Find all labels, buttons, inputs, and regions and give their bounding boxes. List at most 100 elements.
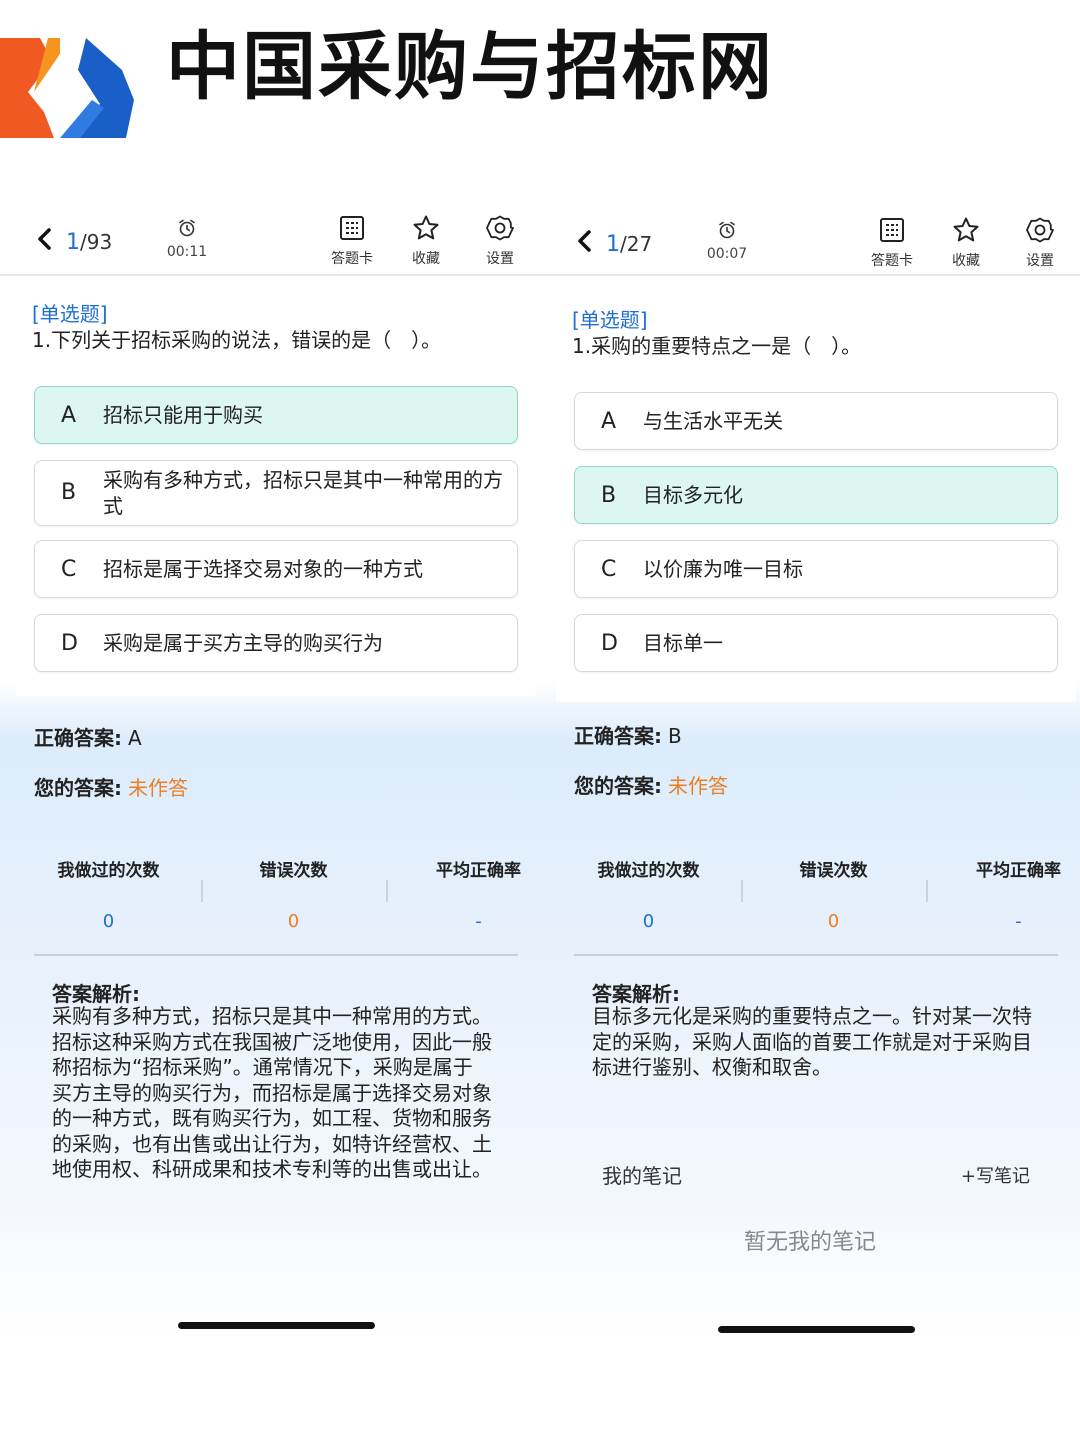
option-letter: A [601, 409, 617, 434]
stat-avg-accuracy: 平均正确率 - [386, 856, 540, 932]
answer-card-button[interactable]: 答题卡 [862, 216, 922, 270]
question-text: 1.采购的重要特点之一是（ ）。 [572, 334, 862, 358]
correct-answer-value: A [128, 726, 142, 750]
settings-label: 设置 [1026, 253, 1054, 269]
settings-label: 设置 [486, 251, 514, 267]
correct-answer-row: 正确答案: B [574, 720, 682, 749]
question-text: 1.下列关于招标采购的说法，错误的是（ ）。 [32, 328, 442, 352]
gear-icon [486, 215, 514, 241]
question-counter: 1/27 [606, 232, 652, 257]
option-text: 采购有多种方式，招标只是其中一种常用的方式 [103, 468, 503, 518]
stat-error-count: 错误次数 0 [201, 856, 386, 932]
question-counter: 1/93 [66, 230, 112, 255]
alarm-clock-icon [179, 219, 195, 237]
stat-label: 平均正确率 [976, 861, 1061, 881]
stat-value: 0 [287, 911, 300, 932]
counter-current: 1 [66, 230, 80, 255]
your-answer-label: 您的答案: [574, 774, 662, 798]
option-letter: B [601, 483, 617, 508]
favorite-label: 收藏 [952, 253, 980, 269]
favorite-label: 收藏 [412, 251, 440, 267]
correct-answer-label: 正确答案: [34, 726, 122, 750]
analysis-text: 采购有多种方式，招标只是其中一种常用的方式。招标这种采购方式在我国被广泛地使用，… [52, 1004, 492, 1181]
question-type: [单选题] [32, 302, 108, 326]
stat-value: - [1015, 911, 1022, 932]
favorite-button[interactable]: 收藏 [396, 214, 456, 268]
stat-label: 平均正确率 [436, 861, 521, 881]
your-answer-row: 您的答案: 未作答 [34, 772, 188, 801]
divider [34, 954, 518, 956]
stat-label: 错误次数 [259, 861, 328, 881]
option-text: 采购是属于买方主导的购买行为 [103, 631, 383, 655]
your-answer-value: 未作答 [128, 776, 188, 800]
gear-icon [1026, 217, 1054, 243]
your-answer-value: 未作答 [668, 774, 728, 798]
correct-answer-row: 正确答案: A [34, 722, 142, 751]
stat-value: 0 [642, 911, 655, 932]
option-letter: B [61, 480, 77, 505]
question-card: [单选题] 1.下列关于招标采购的说法，错误的是（ ）。 A 招标只能用于购买 … [16, 276, 536, 696]
write-note-button[interactable]: +写笔记 [961, 1162, 1030, 1188]
back-chevron-icon[interactable] [34, 228, 56, 250]
top-bar: 1/93 00:11 答题卡 收藏 设置 [0, 200, 540, 276]
counter-current: 1 [606, 232, 620, 257]
stat-label: 错误次数 [799, 861, 868, 881]
option-c[interactable]: C 以价廉为唯一目标 [574, 540, 1058, 598]
stat-label: 我做过的次数 [597, 861, 700, 881]
answer-card-label: 答题卡 [331, 251, 373, 267]
option-text: 招标只能用于购买 [103, 403, 263, 427]
option-a[interactable]: A 招标只能用于购买 [34, 386, 518, 444]
star-icon [953, 217, 979, 242]
top-bar: 1/27 00:07 答题卡 收藏 设置 [540, 200, 1080, 276]
answer-card-label: 答题卡 [871, 253, 913, 269]
stat-value: 0 [827, 911, 840, 932]
option-b[interactable]: B 目标多元化 [574, 466, 1058, 524]
quiz-panel-left: 1/93 00:11 答题卡 收藏 设置 [单选题] 1.下列关于招标采购的说法… [0, 200, 540, 1440]
stat-times-done: 我做过的次数 0 [16, 856, 201, 932]
answer-card-button[interactable]: 答题卡 [322, 214, 382, 268]
timer-value: 00:11 [166, 244, 208, 260]
option-text: 目标单一 [643, 631, 723, 655]
quiz-panel-right: 1/27 00:07 答题卡 收藏 设置 [单选题] 1.采购的重要特点之一是（… [540, 200, 1080, 1440]
option-c[interactable]: C 招标是属于选择交易对象的一种方式 [34, 540, 518, 598]
stat-times-done: 我做过的次数 0 [556, 856, 741, 932]
grid-card-icon [880, 218, 904, 242]
question-type: [单选题] [572, 308, 648, 332]
divider [574, 954, 1058, 956]
option-letter: C [61, 557, 77, 582]
site-title: 中国采购与招标网 [166, 24, 774, 110]
grid-card-icon [340, 216, 364, 240]
option-b[interactable]: B 采购有多种方式，招标只是其中一种常用的方式 [34, 460, 518, 526]
timer: 00:11 [160, 218, 214, 260]
notes-empty-state: 暂无我的笔记 [743, 1230, 876, 1255]
stat-error-count: 错误次数 0 [741, 856, 926, 932]
option-letter: A [61, 403, 77, 428]
home-indicator[interactable] [178, 1322, 375, 1329]
favorite-button[interactable]: 收藏 [936, 216, 996, 270]
stat-avg-accuracy: 平均正确率 - [926, 856, 1080, 932]
star-icon [413, 215, 439, 240]
analysis-title: 答案解析: [52, 982, 140, 1006]
settings-button[interactable]: 设置 [470, 214, 530, 268]
option-a[interactable]: A 与生活水平无关 [574, 392, 1058, 450]
correct-answer-value: B [668, 724, 682, 748]
option-text: 目标多元化 [643, 483, 743, 507]
site-logo-icon [0, 38, 134, 138]
option-letter: D [61, 631, 78, 656]
option-letter: D [601, 631, 618, 656]
timer-value: 00:07 [706, 246, 748, 262]
question-card: [单选题] 1.采购的重要特点之一是（ ）。 A 与生活水平无关 B 目标多元化… [556, 282, 1076, 702]
your-answer-label: 您的答案: [34, 776, 122, 800]
stat-label: 我做过的次数 [57, 861, 160, 881]
back-chevron-icon[interactable] [574, 230, 596, 252]
option-text: 以价廉为唯一目标 [643, 557, 803, 581]
settings-button[interactable]: 设置 [1010, 216, 1070, 270]
home-indicator[interactable] [718, 1326, 915, 1333]
analysis-title: 答案解析: [592, 982, 680, 1006]
alarm-clock-icon [719, 221, 735, 239]
correct-answer-label: 正确答案: [574, 724, 662, 748]
option-d[interactable]: D 采购是属于买方主导的购买行为 [34, 614, 518, 672]
option-d[interactable]: D 目标单一 [574, 614, 1058, 672]
option-letter: C [601, 557, 617, 582]
stat-value: 0 [102, 911, 115, 932]
